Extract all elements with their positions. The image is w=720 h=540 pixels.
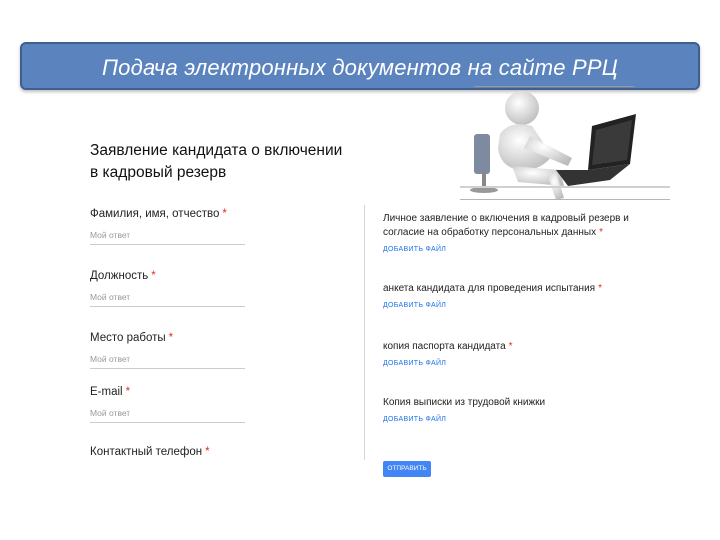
column-divider (364, 205, 365, 460)
upload-field-label: копия паспорта кандидата * (383, 340, 673, 354)
field-position: Должность * Мой ответ (90, 270, 250, 307)
label-line-1: анкета кандидата для проведения испытани… (383, 283, 596, 294)
field-label: Должность (90, 270, 149, 282)
field-workplace: Место работы * Мой ответ (90, 332, 250, 369)
caption-line-1: Заявление кандидата о включении (90, 142, 343, 159)
upload-field-workbook: Копия выписки из трудовой книжки ДОБАВИТ… (383, 396, 673, 423)
workplace-input[interactable]: Мой ответ (90, 354, 245, 369)
slide-caption: Заявление кандидата о включении в кадров… (90, 140, 390, 184)
upload-field-label: Личное заявление о включения в кадровый … (383, 212, 673, 240)
field-phone: Контактный телефон * (90, 446, 250, 458)
label-line-1: копия паспорта кандидата (383, 341, 506, 352)
upload-field-passport: копия паспорта кандидата * ДОБАВИТЬ ФАЙЛ (383, 340, 673, 367)
slide-title-bar: Подача электронных документов на сайте Р… (20, 42, 700, 90)
required-mark: * (222, 208, 227, 220)
field-full-name: Фамилия, имя, отчество * Мой ответ (90, 208, 250, 245)
required-mark: * (151, 270, 156, 282)
required-mark: * (508, 341, 513, 352)
add-file-button[interactable]: ДОБАВИТЬ ФАЙЛ (383, 416, 673, 423)
field-label: Место работы (90, 332, 166, 344)
field-label: Контактный телефон (90, 446, 203, 458)
caption-line-2: в кадровый резерв (90, 164, 227, 181)
person-at-laptop-icon (460, 91, 670, 200)
field-email: E-mail * Мой ответ (90, 386, 250, 423)
slide-title: Подача электронных документов на сайте Р… (102, 55, 618, 80)
add-file-button[interactable]: ДОБАВИТЬ ФАЙЛ (383, 302, 673, 309)
field-label: E-mail (90, 386, 123, 398)
full-name-input[interactable]: Мой ответ (90, 230, 245, 245)
required-mark: * (599, 227, 603, 238)
upload-field-application: Личное заявление о включения в кадровый … (383, 212, 673, 253)
required-mark: * (598, 283, 602, 294)
illustration-baseline (460, 199, 670, 200)
upload-field-label: анкета кандидата для проведения испытани… (383, 282, 673, 296)
upload-field-questionnaire: анкета кандидата для проведения испытани… (383, 282, 673, 309)
email-input[interactable]: Мой ответ (90, 408, 245, 423)
field-label: Фамилия, имя, отчество (90, 208, 220, 220)
add-file-button[interactable]: ДОБАВИТЬ ФАЙЛ (383, 246, 673, 253)
add-file-button[interactable]: ДОБАВИТЬ ФАЙЛ (383, 360, 673, 367)
position-input[interactable]: Мой ответ (90, 292, 245, 307)
required-mark: * (125, 386, 131, 398)
label-line-1: Личное заявление о включения в кадровый … (383, 213, 629, 224)
label-line-2: согласие на обработку персональных данны… (383, 227, 597, 238)
submit-button[interactable]: ОТПРАВИТЬ (383, 461, 431, 477)
required-mark: * (205, 446, 210, 458)
required-mark: * (168, 332, 174, 344)
upload-field-label: Копия выписки из трудовой книжки (383, 397, 546, 408)
